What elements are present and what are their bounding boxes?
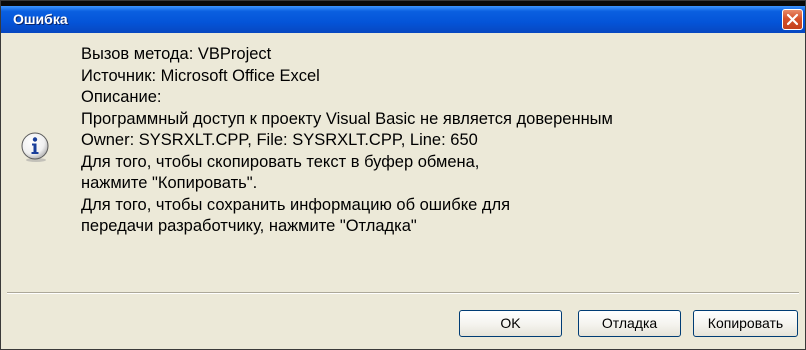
error-message: Вызов метода: VBProject Источник: Micros… <box>81 44 801 238</box>
close-icon <box>786 13 799 26</box>
message-line: нажмите "Копировать". <box>81 174 258 192</box>
information-icon <box>21 132 49 162</box>
window-title: Ошибка <box>13 11 68 27</box>
message-line: Для того, чтобы скопировать текст в буфе… <box>81 152 480 171</box>
message-line: Owner: SYSRXLT.CPP, File: SYSRXLT.CPP, L… <box>81 131 478 149</box>
message-line: Источник: Microsoft Office Excel <box>81 66 320 85</box>
message-line: Описание: <box>81 88 162 106</box>
debug-button[interactable]: Отладка <box>578 310 681 337</box>
message-line: передачи разработчику, нажмите "Отладка" <box>81 217 417 235</box>
message-line: Программный доступ к проекту Visual Basi… <box>81 109 613 128</box>
title-bar[interactable]: Ошибка <box>1 6 805 33</box>
ok-button[interactable]: OK <box>459 310 562 337</box>
button-separator <box>7 292 799 294</box>
message-line: Вызов метода: VBProject <box>81 45 272 63</box>
message-line: Для того, чтобы сохранить информацию об … <box>81 195 511 214</box>
copy-button[interactable]: Копировать <box>693 310 798 337</box>
error-dialog: Ошибка Вызов метода: VBProject Источник:… <box>0 0 806 350</box>
close-button[interactable] <box>782 9 803 30</box>
